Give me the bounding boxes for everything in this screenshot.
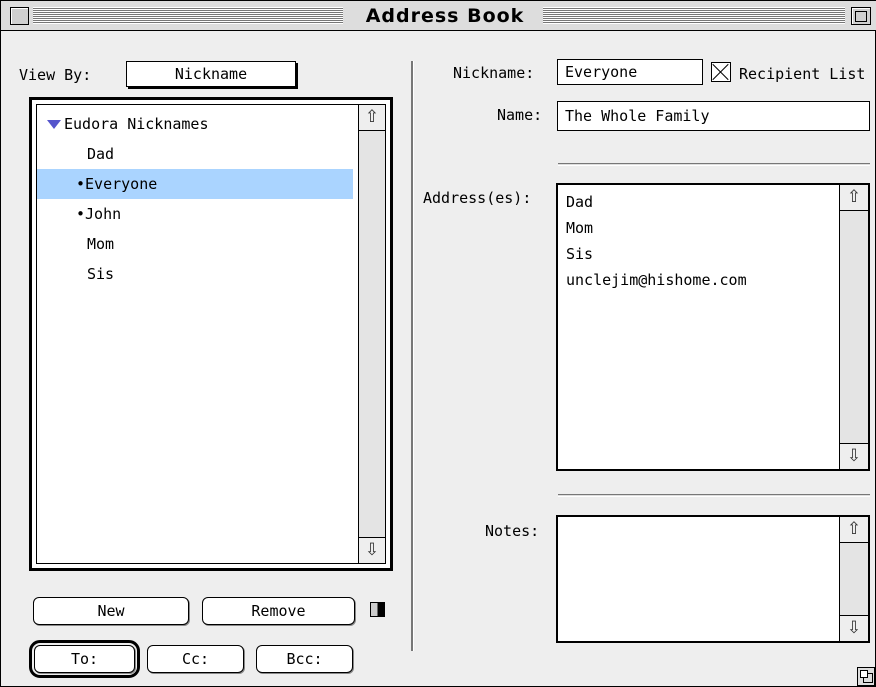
name-field[interactable]: The Whole Family [557, 101, 870, 131]
scroll-up-arrow-icon[interactable]: ⇧ [840, 185, 868, 211]
toggle-pane-icon[interactable] [370, 602, 385, 617]
list-item[interactable]: •John [37, 199, 353, 229]
list-item-label: Dad [87, 145, 115, 163]
nickname-list-items: Eudora Nicknames Dad •Everyone •John Mom… [37, 105, 353, 563]
title-bar-stripes-right [543, 7, 845, 24]
resize-grow-box-icon[interactable] [857, 667, 875, 686]
list-item-label: John [85, 205, 122, 223]
list-group-label: Eudora Nicknames [64, 115, 209, 133]
address-line: Sis [566, 245, 594, 263]
notes-textarea[interactable]: ⇧ ⇩ [556, 515, 870, 643]
nickname-field[interactable]: Everyone [557, 59, 703, 85]
title-bar[interactable]: Address Book [1, 1, 876, 31]
scroll-down-arrow-icon[interactable]: ⇩ [840, 615, 868, 641]
close-box-icon[interactable] [10, 7, 29, 25]
addresses-scrollbar[interactable]: ⇧ ⇩ [839, 185, 868, 469]
addresses-label: Address(es): [423, 189, 532, 207]
notes-scrollbar[interactable]: ⇧ ⇩ [839, 517, 868, 641]
list-group-eudora-nicknames[interactable]: Eudora Nicknames [37, 109, 353, 139]
list-item-label: Sis [87, 265, 115, 283]
view-by-label: View By: [19, 66, 92, 84]
scroll-up-arrow-icon[interactable]: ⇧ [840, 517, 868, 543]
zoom-box-icon[interactable] [851, 7, 871, 25]
address-line: unclejim@hishome.com [566, 271, 747, 289]
notes-label: Notes: [485, 522, 540, 540]
list-item-label: Mom [87, 235, 115, 253]
recipient-list-checkbox[interactable] [711, 62, 731, 82]
address-line: Mom [566, 219, 594, 237]
list-item-selected[interactable]: •Everyone [37, 169, 353, 199]
list-item-prefix: • [76, 175, 86, 193]
nickname-list[interactable]: Eudora Nicknames Dad •Everyone •John Mom… [36, 104, 386, 564]
separator-line [558, 163, 870, 166]
addresses-textarea[interactable]: Dad Mom Sis unclejim@hishome.com ⇧ ⇩ [556, 183, 870, 471]
list-item[interactable]: Sis [37, 259, 353, 289]
new-button[interactable]: New [33, 597, 189, 625]
name-label: Name: [497, 106, 543, 124]
list-item[interactable]: Dad [37, 139, 353, 169]
list-item-label: Everyone [85, 175, 158, 193]
remove-button[interactable]: Remove [202, 597, 355, 625]
list-item-prefix: • [76, 205, 86, 223]
title-bar-stripes-left [33, 7, 343, 24]
disclosure-triangle-icon[interactable] [47, 120, 61, 129]
pane-divider[interactable] [411, 61, 414, 651]
nickname-label: Nickname: [453, 64, 535, 82]
recipient-list-label[interactable]: Recipient List [739, 64, 865, 84]
nickname-list-scrollbar[interactable]: ⇧ ⇩ [358, 105, 385, 563]
view-by-popup[interactable]: Nickname [126, 61, 296, 87]
to-button[interactable]: To: [29, 640, 140, 678]
list-item[interactable]: Mom [37, 229, 353, 259]
separator-line [558, 494, 870, 497]
addresses-lines: Dad Mom Sis unclejim@hishome.com [566, 189, 747, 293]
bcc-button[interactable]: Bcc: [256, 645, 353, 673]
scroll-up-arrow-icon[interactable]: ⇧ [359, 105, 385, 131]
cc-button[interactable]: Cc: [147, 645, 244, 673]
window-title: Address Book [353, 4, 537, 28]
address-book-window: Address Book View By: Nickname Eudora Ni… [0, 0, 876, 687]
scroll-down-arrow-icon[interactable]: ⇩ [840, 443, 868, 469]
scroll-down-arrow-icon[interactable]: ⇩ [359, 537, 385, 563]
address-line: Dad [566, 193, 594, 211]
nickname-list-frame: Eudora Nicknames Dad •Everyone •John Mom… [29, 97, 393, 571]
